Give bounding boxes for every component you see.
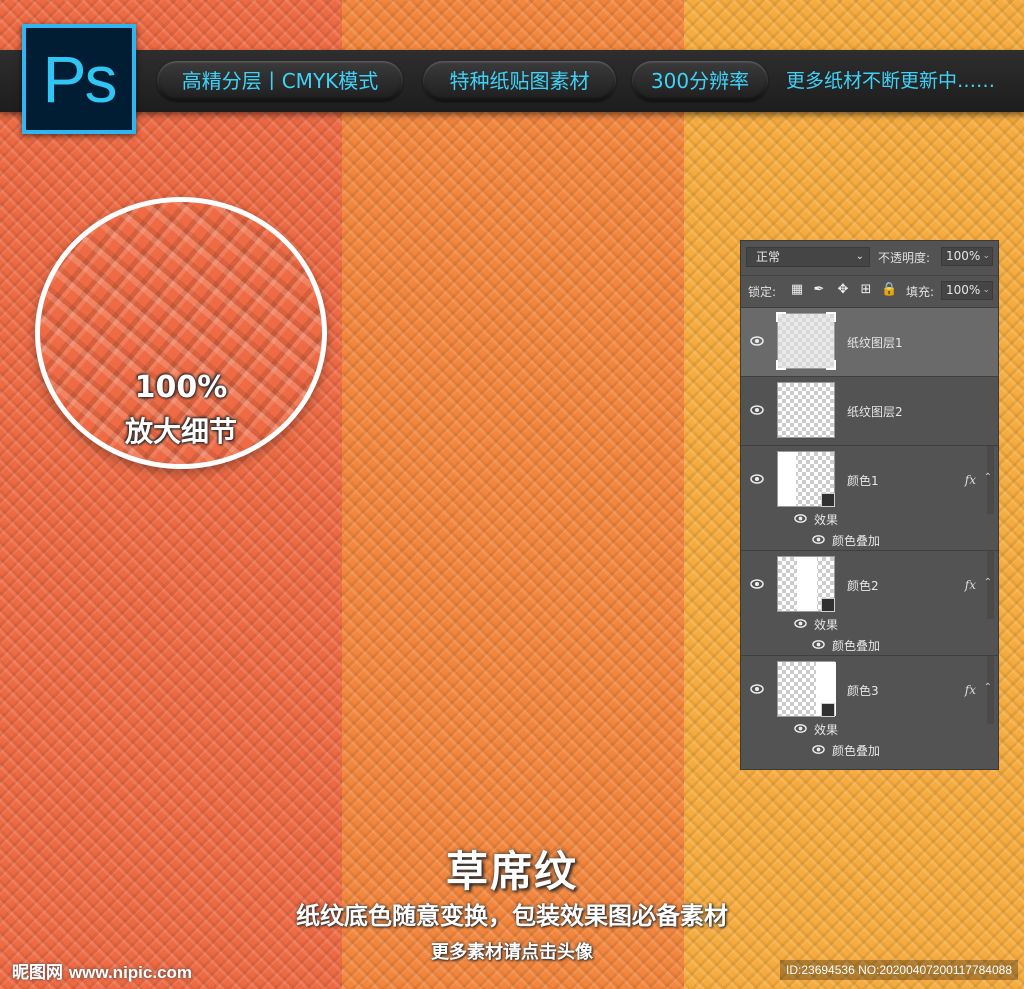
opacity-field[interactable]: 100% ⌄ xyxy=(941,247,993,266)
smart-object-badge-icon xyxy=(821,703,835,717)
selection-corner xyxy=(826,360,836,370)
layer-group-color-2: 颜色2 fx ⌃ 效果 颜色叠加 xyxy=(741,550,998,655)
thumb-fill xyxy=(797,557,817,611)
eye-icon[interactable] xyxy=(750,577,764,591)
thumb-fill xyxy=(778,452,796,506)
smart-object-badge-icon xyxy=(821,598,835,612)
page-subtitle: 纸纹底色随意变换，包装效果图必备素材 xyxy=(296,902,728,930)
eye-icon[interactable] xyxy=(750,403,764,417)
photoshop-logo-icon: Ps xyxy=(22,24,136,134)
fx-icon[interactable]: fx xyxy=(965,683,976,697)
watermark-brand-name: 昵图网 xyxy=(12,963,63,983)
eye-icon[interactable] xyxy=(750,472,764,486)
watermark-id: ID:23694536 NO:20200407200117784088 xyxy=(780,960,1018,980)
fill-value: 100% xyxy=(946,283,981,297)
eye-icon[interactable] xyxy=(812,533,825,546)
fx-icon[interactable]: fx xyxy=(965,578,976,592)
eye-icon[interactable] xyxy=(812,638,825,651)
layer-group-color-3: 颜色3 fx ⌃ 效果 颜色叠加 xyxy=(741,655,998,760)
padlock-icon[interactable]: 🔒 xyxy=(881,282,897,298)
layer-name: 纸纹图层1 xyxy=(847,336,903,350)
chevron-down-icon: ⌄ xyxy=(982,285,990,295)
banner-pill-material: 特种纸贴图素材 xyxy=(423,61,616,101)
watermark-site: www.nipic.com xyxy=(68,963,193,982)
opacity-value: 100% xyxy=(946,249,981,263)
layer-row-color-3[interactable]: 颜色3 fx ⌃ xyxy=(741,656,998,724)
effects-row[interactable]: 效果 xyxy=(741,508,998,529)
selection-corner xyxy=(826,312,836,322)
watermark-brand: 昵图网 www.nipic.com xyxy=(12,958,192,983)
banner-pill-resolution: 300分辨率 xyxy=(632,61,768,101)
lock-row: 锁定: ▦ ✒ ✥ ⊞ 🔒 填充: 100% ⌄ xyxy=(741,275,998,306)
zoom-detail-circle: 100% 放大细节 xyxy=(35,197,327,469)
effects-label: 效果 xyxy=(814,513,839,527)
selection-corner xyxy=(776,312,786,322)
layer-name: 纸纹图层2 xyxy=(847,405,903,419)
blend-mode-select[interactable]: 正常 ⌄ xyxy=(746,247,870,267)
crop-lock-icon[interactable]: ⊞ xyxy=(858,282,874,298)
banner-tail-text: 更多纸材不断更新中…… xyxy=(786,70,996,92)
zoom-percent: 100% xyxy=(134,370,228,405)
layer-row-paper-2[interactable]: 纸纹图层2 xyxy=(741,376,998,445)
logo-text: Ps xyxy=(42,42,117,116)
zoom-label: 放大细节 xyxy=(124,415,237,448)
chevron-down-icon: ⌄ xyxy=(855,251,864,262)
effects-row[interactable]: 效果 xyxy=(741,613,998,634)
layer-thumbnail xyxy=(776,312,836,370)
collapse-arrow-icon[interactable]: ⌃ xyxy=(984,682,992,693)
eye-icon[interactable] xyxy=(794,722,807,735)
layer-thumbnail xyxy=(777,556,835,612)
fx-icon[interactable]: fx xyxy=(965,473,976,487)
brush-lock-icon[interactable]: ✒ xyxy=(811,282,827,298)
eye-icon[interactable] xyxy=(794,512,807,525)
eye-icon[interactable] xyxy=(750,682,764,696)
collapse-arrow-icon[interactable]: ⌃ xyxy=(984,577,992,588)
layer-row-paper-1[interactable]: 纸纹图层1 xyxy=(741,307,998,376)
layer-name: 颜色1 xyxy=(847,474,879,488)
effects-label: 效果 xyxy=(814,723,839,737)
layer-thumbnail xyxy=(777,451,835,507)
layer-row-color-2[interactable]: 颜色2 fx ⌃ xyxy=(741,551,998,619)
blend-mode-value: 正常 xyxy=(756,250,781,264)
layer-thumbnail xyxy=(777,382,835,438)
effect-color-overlay-row[interactable]: 颜色叠加 xyxy=(741,634,998,655)
move-lock-icon[interactable]: ✥ xyxy=(835,282,851,298)
layer-group-color-1: 颜色1 fx ⌃ 效果 颜色叠加 xyxy=(741,445,998,550)
effect-color-overlay-row[interactable]: 颜色叠加 xyxy=(741,529,998,550)
effect-name: 颜色叠加 xyxy=(832,744,881,758)
chevron-down-icon: ⌄ xyxy=(982,251,990,261)
layer-thumbnail xyxy=(777,661,836,717)
fill-field[interactable]: 100% ⌄ xyxy=(941,281,993,300)
selection-corner xyxy=(776,360,786,370)
effect-name: 颜色叠加 xyxy=(832,639,881,653)
effect-name: 颜色叠加 xyxy=(832,534,881,548)
layer-name: 颜色2 xyxy=(847,579,879,593)
effect-color-overlay-row[interactable]: 颜色叠加 xyxy=(741,739,998,760)
smart-object-badge-icon xyxy=(821,493,835,507)
lock-label: 锁定: xyxy=(748,285,777,299)
blend-row: 正常 ⌄ 不透明度: 100% ⌄ xyxy=(741,241,998,273)
effects-row[interactable]: 效果 xyxy=(741,718,998,739)
opacity-label: 不透明度: xyxy=(878,251,931,265)
layers-list: 纸纹图层1 纸纹图层2 颜色1 fx ⌃ 效果 颜色叠加 颜色2 fx ⌃ 效果… xyxy=(741,307,998,760)
checkerboard-lock-icon[interactable]: ▦ xyxy=(789,282,805,298)
layer-row-color-1[interactable]: 颜色1 fx ⌃ xyxy=(741,446,998,514)
eye-icon[interactable] xyxy=(812,743,825,756)
page-title: 草席纹 xyxy=(445,847,578,896)
layer-name: 颜色3 xyxy=(847,684,879,698)
effects-label: 效果 xyxy=(814,618,839,632)
fill-label: 填充: xyxy=(906,285,935,299)
banner-pill-layers: 高精分层丨CMYK模式 xyxy=(157,61,403,101)
collapse-arrow-icon[interactable]: ⌃ xyxy=(984,472,992,483)
eye-icon[interactable] xyxy=(750,334,764,348)
eye-icon[interactable] xyxy=(794,617,807,630)
layers-panel: 正常 ⌄ 不透明度: 100% ⌄ 锁定: ▦ ✒ ✥ ⊞ 🔒 填充: 100%… xyxy=(740,240,999,770)
